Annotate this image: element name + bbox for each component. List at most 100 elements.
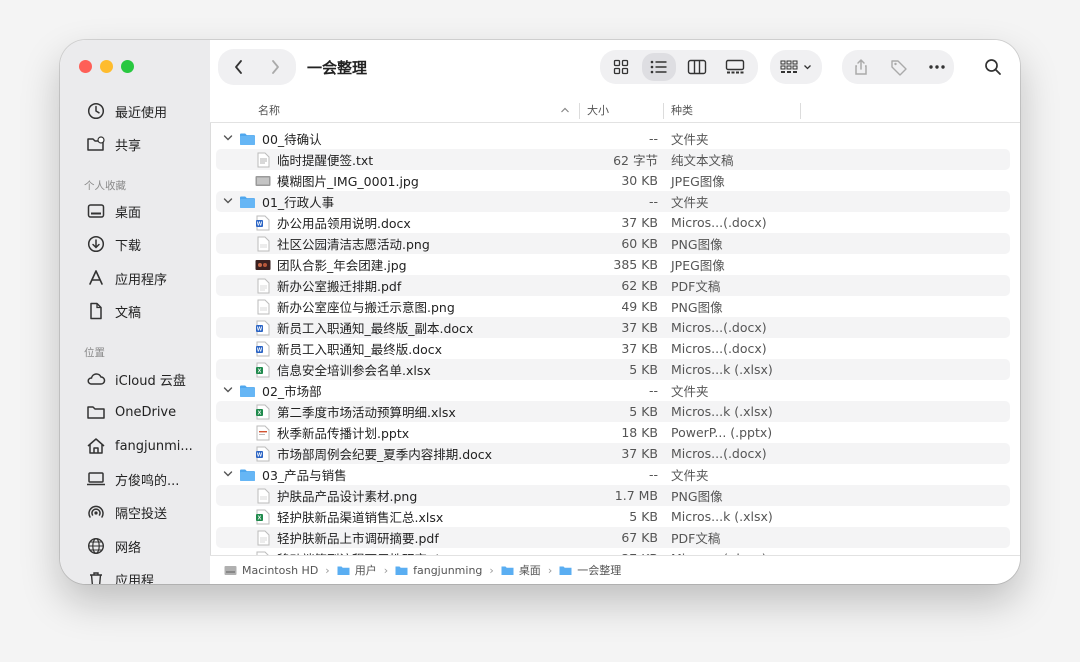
group-by-button[interactable] <box>770 50 822 84</box>
file-kind: Micros...(.docx) <box>671 341 767 356</box>
size-column-header[interactable]: 大小 <box>587 102 609 118</box>
path-crumb[interactable]: 用户 › <box>337 562 395 578</box>
file-kind: PNG图像 <box>671 300 723 315</box>
navigation-group <box>218 49 296 85</box>
file-size: 37 KB <box>621 341 658 356</box>
file-list: 00_待确认 -- 文件夹 临时提醒便签.txt 62 字节 纯文本文稿 模糊图片_IMG_… <box>210 128 1020 556</box>
path-crumb[interactable]: fangjunming › <box>395 564 501 577</box>
file-row[interactable]: 社区公园清洁志愿活动.png 60 KB PNG图像 <box>216 233 1010 254</box>
file-row[interactable]: W 市场部周例会纪要_夏季内容排期.docx 37 KB Micros...(.doc… <box>216 443 1010 464</box>
folder-row[interactable]: 01_行政人事 -- 文件夹 <box>216 191 1010 212</box>
sidebar-item-label: 共享 <box>115 138 142 154</box>
sidebar-item-icloud[interactable]: iCloud 云盘 <box>86 367 186 391</box>
file-kind: PDF文稿 <box>671 279 721 294</box>
svg-text:X: X <box>258 410 262 416</box>
folder-icon <box>238 466 256 483</box>
folder-icon <box>86 402 106 422</box>
zoom-button[interactable] <box>121 60 134 73</box>
disclosure-chevron-icon[interactable] <box>222 384 234 396</box>
file-kind: JPEG图像 <box>671 258 725 273</box>
file-row[interactable]: 秋季新品传播计划.pptx 18 KB PowerP... (.pptx) <box>216 422 1010 443</box>
sidebar-item-documents[interactable]: 文稿 <box>86 299 141 323</box>
file-kind: 文件夹 <box>671 468 709 483</box>
sidebar-item-label: 应用程 <box>115 573 155 585</box>
powerpoint-file-icon <box>254 424 272 441</box>
sidebar-item-recents[interactable]: 最近使用 <box>86 99 167 123</box>
file-size: 49 KB <box>621 299 658 314</box>
more-button[interactable] <box>920 53 954 81</box>
file-row[interactable]: X 信息安全培训参会名单.xlsx 5 KB Micros...k (.xlsx) <box>216 359 1010 380</box>
path-crumb[interactable]: 桌面 › <box>501 562 559 578</box>
sidebar-item-airdrop[interactable]: 隔空投送 <box>86 500 167 524</box>
image-file-icon <box>254 172 272 189</box>
file-row[interactable]: 轻护肤新品上市调研摘要.pdf 67 KB PDF文稿 <box>216 527 1010 548</box>
folder-row[interactable]: 03_产品与销售 -- 文件夹 <box>216 464 1010 485</box>
sidebar-item-label: 网络 <box>115 540 142 556</box>
sidebar-item-desktop[interactable]: 桌面 <box>86 199 141 223</box>
list-view-button[interactable] <box>642 53 676 81</box>
path-separator: › <box>489 563 494 577</box>
file-row[interactable]: X 第二季度市场活动预算明细.xlsx 5 KB Micros...k (.xlsx) <box>216 401 1010 422</box>
sidebar-item-home[interactable]: fangjunmi... <box>86 434 193 458</box>
folder-row[interactable]: 00_待确认 -- 文件夹 <box>216 128 1010 149</box>
file-row[interactable]: W 新员工入职通知_最终版_副本.docx 37 KB Micros...(.docx… <box>216 317 1010 338</box>
sidebar-item-shared[interactable]: 共享 <box>86 132 141 156</box>
icon-view-button[interactable] <box>604 53 638 81</box>
forward-button[interactable] <box>256 49 294 85</box>
file-kind: JPEG图像 <box>671 174 725 189</box>
file-row[interactable]: W 新员工入职通知_最终版.docx 37 KB Micros...(.docx) <box>216 338 1010 359</box>
globe-icon <box>86 536 106 556</box>
tag-icon <box>891 60 907 76</box>
tag-button[interactable] <box>882 53 916 81</box>
close-button[interactable] <box>79 60 92 73</box>
file-size: 1.7 MB <box>614 488 658 503</box>
path-crumb[interactable]: Macintosh HD › <box>224 564 337 577</box>
excel-file-icon: X <box>254 361 272 378</box>
laptop-icon <box>86 469 106 489</box>
sidebar-item-applications[interactable]: 应用程序 <box>86 266 167 290</box>
file-name: 秋季新品传播计划.pptx <box>277 426 410 441</box>
folder-icon <box>501 566 514 575</box>
minimize-button[interactable] <box>100 60 113 73</box>
word-file-icon: W <box>254 445 272 462</box>
sidebar-item-onedrive[interactable]: OneDrive <box>86 400 176 424</box>
file-row[interactable]: 模糊图片_IMG_0001.jpg 30 KB JPEG图像 <box>216 170 1010 191</box>
folder-icon <box>238 130 256 147</box>
back-button[interactable] <box>220 49 258 85</box>
search-button[interactable] <box>978 53 1008 81</box>
disclosure-chevron-icon[interactable] <box>222 132 234 144</box>
sidebar-item-computer[interactable]: 方俊鸣的... <box>86 467 179 491</box>
sidebar-item-network[interactable]: 网络 <box>86 534 141 558</box>
chevron-left-icon <box>235 60 242 74</box>
share-button[interactable] <box>844 53 878 81</box>
sidebar-item-trash[interactable]: 应用程 <box>86 567 154 584</box>
file-kind: Micros...k (.xlsx) <box>671 362 773 377</box>
file-row[interactable]: 新办公室座位与搬迁示意图.png 49 KB PNG图像 <box>216 296 1010 317</box>
grid-icon <box>613 59 629 75</box>
sidebar-item-label: 方俊鸣的... <box>115 473 180 489</box>
kind-column-header[interactable]: 种类 <box>671 102 693 118</box>
home-icon <box>86 436 106 456</box>
file-row[interactable]: W 办公用品领用说明.docx 37 KB Micros...(.docx) <box>216 212 1010 233</box>
folder-row[interactable]: 02_市场部 -- 文件夹 <box>216 380 1010 401</box>
file-row[interactable]: 临时提醒便签.txt 62 字节 纯文本文稿 <box>216 149 1010 170</box>
gallery-view-button[interactable] <box>718 53 752 81</box>
download-icon <box>86 234 106 254</box>
column-view-button[interactable] <box>680 53 714 81</box>
file-row[interactable]: 护肤品产品设计素材.png 1.7 MB PNG图像 <box>216 485 1010 506</box>
locations-header: 位置 <box>84 347 105 359</box>
file-name: 临时提醒便签.txt <box>277 153 374 168</box>
disclosure-chevron-icon[interactable] <box>222 468 234 480</box>
path-separator: › <box>325 563 330 577</box>
file-row[interactable]: 新办公室搬迁排期.pdf 62 KB PDF文稿 <box>216 275 1010 296</box>
folder-icon <box>559 566 572 575</box>
path-crumb[interactable]: 一会整理 <box>559 562 621 578</box>
name-column-header[interactable]: 名称 <box>258 102 280 118</box>
sidebar-item-downloads[interactable]: 下载 <box>86 232 141 256</box>
file-size: -- <box>648 131 658 146</box>
file-row[interactable]: X 轻护肤新品渠道销售汇总.xlsx 5 KB Micros...k (.xlsx) <box>216 506 1010 527</box>
disclosure-chevron-icon[interactable] <box>222 195 234 207</box>
svg-text:W: W <box>257 326 263 332</box>
file-row[interactable]: 团队合影_年会团建.jpg 385 KB JPEG图像 <box>216 254 1010 275</box>
finder-window: 最近使用 共享 个人收藏 桌面 下载 应用程序 文稿 位置 iCloud 云盘 … <box>60 40 1020 584</box>
